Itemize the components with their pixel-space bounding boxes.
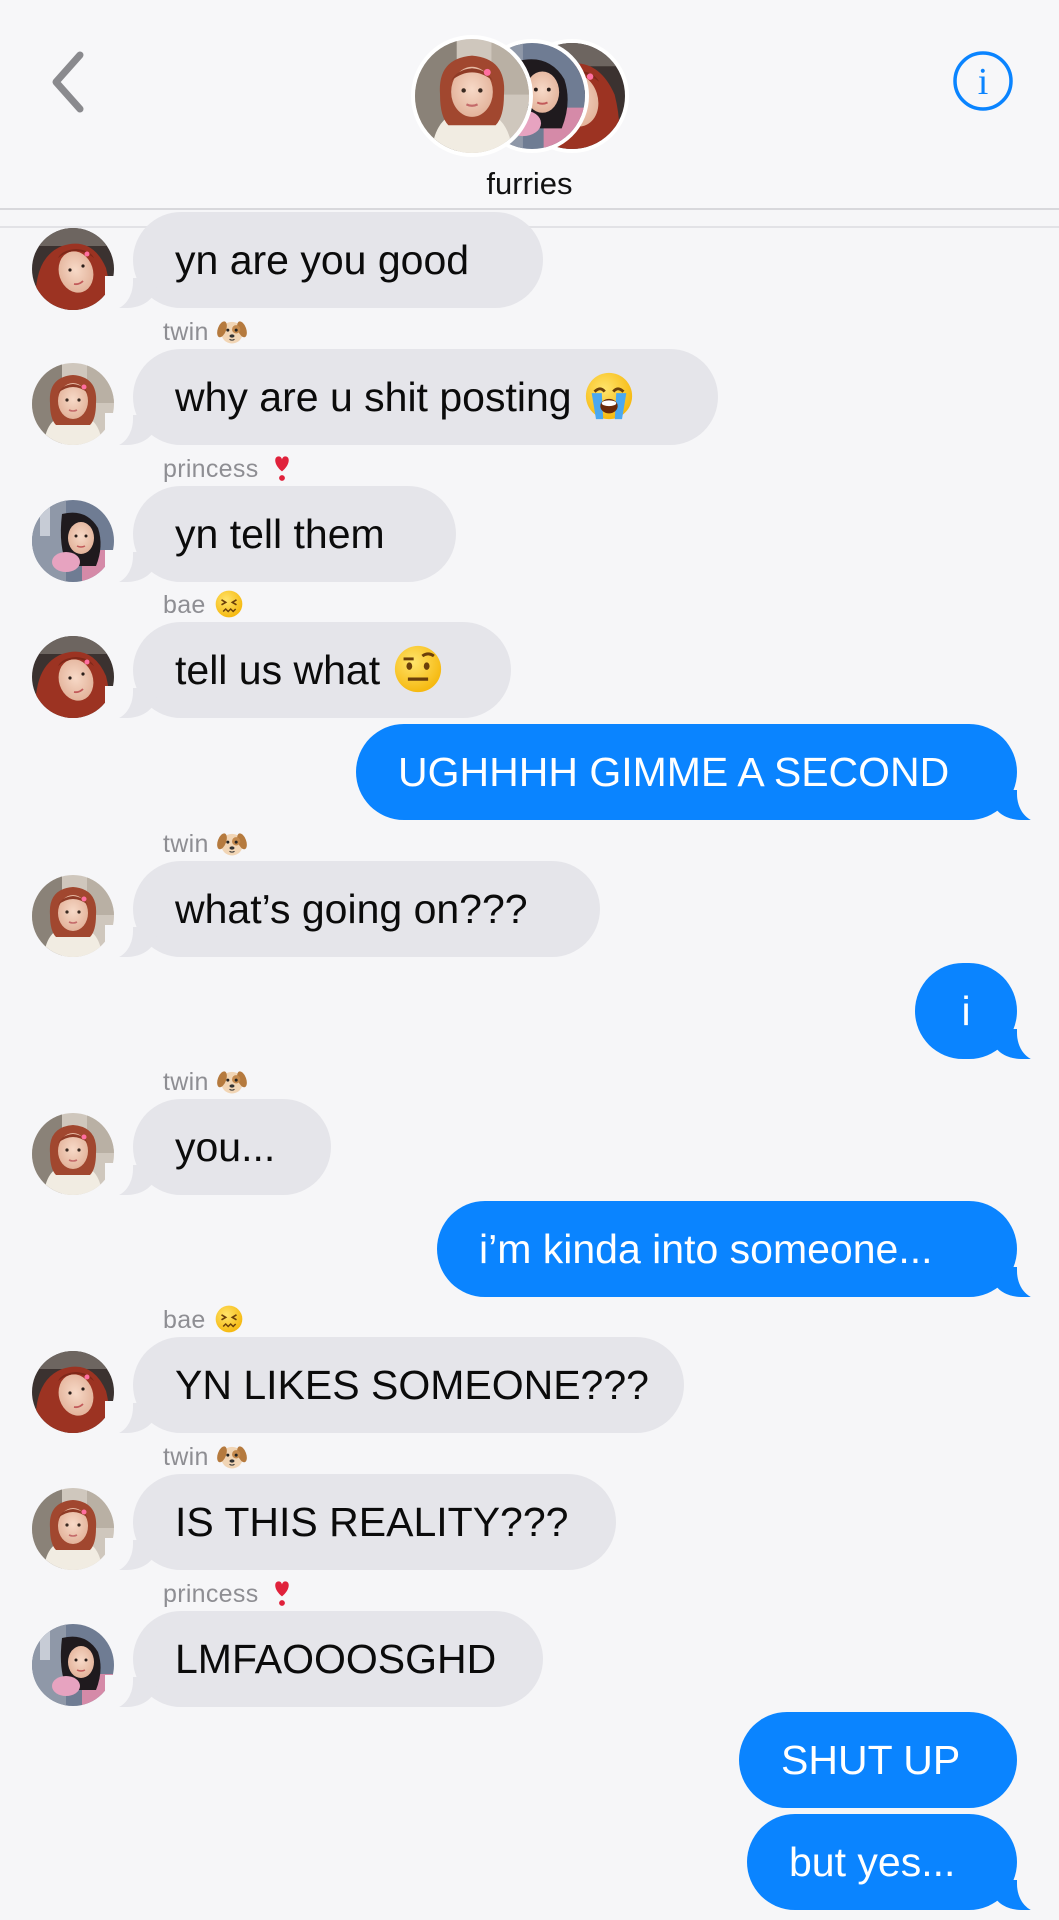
message-bubble-outgoing[interactable]: i xyxy=(915,963,1045,1061)
chevron-left-icon xyxy=(52,51,84,113)
message-text: what’s going on??? xyxy=(175,886,528,932)
group-avatar-stack[interactable] xyxy=(405,35,635,157)
avatar-bae[interactable] xyxy=(32,228,114,310)
avatar-twin[interactable] xyxy=(32,1113,114,1195)
sender-label: bae xyxy=(163,589,244,620)
sender-label: twin xyxy=(163,1441,247,1472)
confounded-face-icon xyxy=(214,589,244,619)
avatar-twin[interactable] xyxy=(32,1488,114,1570)
conversation-title[interactable]: furries xyxy=(0,166,1059,202)
message-text: i’m kinda into someone... xyxy=(479,1226,933,1272)
loudly-crying-face-icon xyxy=(583,370,635,422)
info-icon: i xyxy=(953,51,1013,111)
message-bubble-outgoing[interactable]: i’m kinda into someone... xyxy=(437,1201,1045,1299)
message-text: SHUT UP xyxy=(781,1737,961,1783)
heart-exclamation-icon xyxy=(267,1578,297,1608)
message-text: UGHHHH GIMME A SECOND xyxy=(398,749,950,795)
message-text: YN LIKES SOMEONE??? xyxy=(175,1362,649,1408)
message-text: yn tell them xyxy=(175,511,385,557)
message-bubble-incoming[interactable]: LMFAOOOSGHD xyxy=(105,1611,543,1709)
sender-label: princess xyxy=(163,1578,297,1609)
avatar-princess[interactable] xyxy=(32,1624,114,1706)
message-text: i xyxy=(961,988,971,1034)
message-bubble-incoming[interactable]: tell us what xyxy=(105,622,511,720)
sender-label: bae xyxy=(163,1304,244,1335)
message-bubble-incoming[interactable]: yn tell them xyxy=(105,486,456,584)
avatar-twin[interactable] xyxy=(32,875,114,957)
message-bubble-outgoing[interactable]: but yes... xyxy=(747,1814,1045,1912)
message-bubble-incoming[interactable]: why are u shit posting xyxy=(105,349,718,447)
dog-face-icon xyxy=(217,828,247,858)
avatar-princess[interactable] xyxy=(32,500,114,582)
message-bubble-incoming[interactable]: IS THIS REALITY??? xyxy=(105,1474,616,1572)
message-text: why are u shit posting xyxy=(175,374,572,420)
header-divider xyxy=(0,208,1059,210)
message-bubble-incoming[interactable]: YN LIKES SOMEONE??? xyxy=(105,1337,684,1435)
dog-face-icon xyxy=(217,1066,247,1096)
conversation-header: i furries xyxy=(0,0,1059,210)
info-button[interactable]: i xyxy=(952,50,1014,112)
message-bubble-incoming[interactable]: yn are you good xyxy=(105,212,543,310)
message-text: IS THIS REALITY??? xyxy=(175,1499,569,1545)
message-bubble-outgoing[interactable]: UGHHHH GIMME A SECOND xyxy=(356,724,1045,822)
sender-label: twin xyxy=(163,316,247,347)
message-bubble-incoming[interactable]: you... xyxy=(105,1099,331,1197)
sender-label: twin xyxy=(163,828,247,859)
message-bubble-incoming[interactable]: what’s going on??? xyxy=(105,861,600,959)
raised-eyebrow-face-icon xyxy=(392,643,444,695)
message-text: you... xyxy=(175,1124,276,1170)
message-text: LMFAOOOSGHD xyxy=(175,1636,497,1682)
heart-exclamation-icon xyxy=(267,453,297,483)
avatar-bae[interactable] xyxy=(32,1351,114,1433)
message-bubble-outgoing[interactable]: SHUT UP xyxy=(739,1712,1017,1808)
back-button[interactable] xyxy=(40,45,100,115)
message-text: but yes... xyxy=(789,1839,956,1885)
sender-label: princess xyxy=(163,453,297,484)
group-avatar-1 xyxy=(411,35,533,157)
sender-label: twin xyxy=(163,1066,247,1097)
dog-face-icon xyxy=(217,316,247,346)
avatar-bae[interactable] xyxy=(32,636,114,718)
dog-face-icon xyxy=(217,1441,247,1471)
message-text: tell us what xyxy=(175,647,381,693)
message-text: yn are you good xyxy=(175,237,470,283)
avatar-twin[interactable] xyxy=(32,363,114,445)
info-glyph: i xyxy=(978,61,989,103)
confounded-face-icon xyxy=(214,1304,244,1334)
